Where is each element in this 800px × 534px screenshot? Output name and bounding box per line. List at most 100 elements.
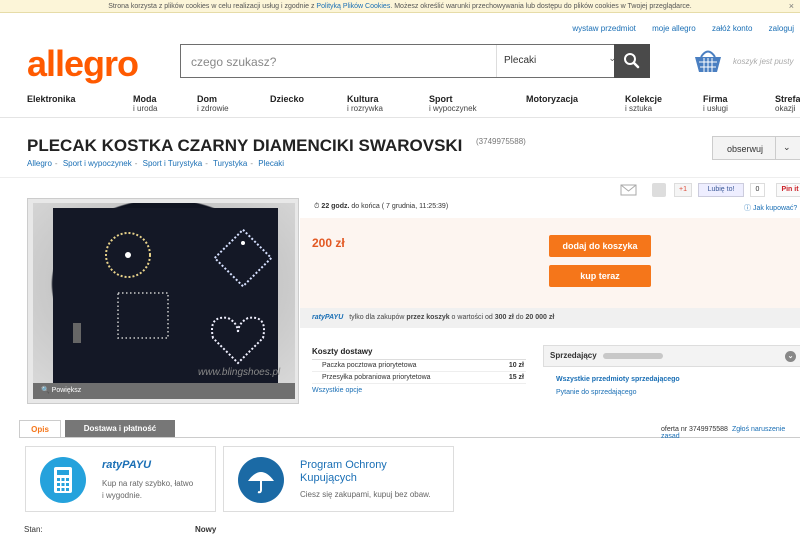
nav-item-collections[interactable]: Kolekcje i sztuka (625, 94, 662, 113)
nav-label: Motoryzacja (526, 94, 579, 104)
shipping-name: Przesyłka pobraniowa priorytetowa (322, 374, 431, 381)
breadcrumb-separator: - (134, 159, 138, 168)
divider (0, 177, 800, 178)
condition-label: Stan: (24, 525, 43, 534)
link-my-allegro[interactable]: moje allegro (652, 24, 696, 33)
nav-sub: i rozrywka (347, 104, 384, 113)
buyer-protection-card[interactable]: Program Ochrony Kupujących Ciesz się zak… (223, 446, 454, 512)
ratypayu-card[interactable]: ratyPAYU Kup na raty szybko, łatwo i wyg… (25, 446, 216, 512)
nav-label: Strefa (775, 94, 800, 104)
raty-text: tylko dla zakupów (347, 314, 407, 321)
how-to-buy-label: Jak kupować? (752, 205, 798, 212)
divider (0, 117, 800, 118)
add-to-cart-button[interactable]: dodaj do koszyka (549, 235, 651, 257)
seller-name-blurred (602, 352, 663, 359)
mail-icon[interactable] (620, 183, 637, 197)
condition-value: Nowy (195, 525, 217, 534)
nav-sub: i wypoczynek (429, 104, 477, 113)
shipping-header: Koszty dostawy (312, 347, 526, 360)
allegro-logo[interactable]: allegro (27, 43, 139, 85)
cookie-text: Strona korzysta z plików cookies w celu … (108, 3, 317, 10)
google-plus-button[interactable]: +1 (674, 183, 692, 197)
category-value: Plecaki (504, 55, 537, 66)
raty-bold: 20 000 zł (525, 314, 555, 321)
search-icon (624, 53, 640, 69)
chevron-down-icon[interactable]: ⌄ (785, 351, 796, 362)
seller-all-items-link[interactable]: Wszystkie przedmioty sprzedającego (556, 376, 680, 383)
raty-text: do (513, 314, 526, 321)
breadcrumb-item[interactable]: Plecaki (258, 159, 284, 168)
nav-sub: i uroda (133, 104, 158, 113)
nav-item-electronics[interactable]: Elektronika (27, 94, 76, 104)
cart-icon[interactable] (693, 48, 723, 74)
all-shipping-options-link[interactable]: Wszystkie opcje (312, 387, 526, 394)
watch-button[interactable]: obserwuj ⌄ (712, 136, 800, 160)
offer-number-text: oferta nr 3749975588 (661, 426, 728, 433)
product-image[interactable]: www.blingshoes.pl (33, 203, 295, 383)
price-panel (300, 218, 800, 308)
nav-item-child[interactable]: Dziecko (270, 94, 304, 104)
link-login[interactable]: zaloguj (769, 24, 794, 33)
cookie-bar: Strona korzysta z plików cookies w celu … (0, 0, 800, 13)
breadcrumb-item[interactable]: Allegro (27, 159, 52, 168)
breadcrumb-item[interactable]: Sport i wypoczynek (63, 159, 132, 168)
price: 200 zł (312, 236, 345, 250)
pinterest-button[interactable]: Pin it (776, 183, 800, 197)
shipping-row: Przesyłka pobraniowa priorytetowa 15 zł (312, 372, 526, 384)
card-title: Kupujących (300, 472, 357, 484)
facebook-like-button[interactable]: Lubię to! (698, 183, 744, 197)
nav-label: Sport (429, 94, 453, 104)
card-text: Kup na raty szybko, łatwo (102, 479, 194, 488)
top-links: wystaw przedmiot moje allegro załóż kont… (558, 24, 794, 33)
search-input[interactable]: czego szukasz? (191, 55, 276, 69)
installments-info: ratyPAYU tylko dla zakupów przez koszyk … (300, 308, 800, 328)
ask-seller-link[interactable]: Pytanie do sprzedającego (556, 389, 637, 396)
close-icon[interactable]: × (789, 0, 794, 13)
nav-label: Kultura (347, 94, 379, 104)
nav-sub: i usługi (703, 104, 728, 113)
nav-label: Dom (197, 94, 217, 104)
timer-end: do końca ( 7 grudnia, 11:25:39) (349, 203, 449, 210)
timer-remaining: 22 godz. (321, 203, 350, 210)
nav-sub: okazji (775, 104, 796, 113)
nav-label: Dziecko (270, 94, 305, 104)
breadcrumb-item[interactable]: Turystyka (213, 159, 247, 168)
clock-icon: ⏱ (314, 203, 320, 210)
link-list-item[interactable]: wystaw przedmiot (572, 24, 636, 33)
cart-status: koszyk jest pusty (733, 57, 794, 66)
card-text: Ciesz się zakupami, kupuj bez obaw. (300, 490, 431, 499)
page-title: PLECAK KOSTKA CZARNY DIAMENCIKI SWAROVSK… (27, 136, 463, 155)
enlarge-label: Powiększ (51, 387, 82, 394)
cookie-text-2: . Możesz określić warunki przechowywania… (390, 3, 692, 10)
shipping-name: Paczka pocztowa priorytetowa (322, 362, 417, 369)
breadcrumb-item[interactable]: Sport i Turystyka (143, 159, 203, 168)
seller-box[interactable]: Sprzedający ⌄ (543, 345, 800, 367)
twitter-icon[interactable] (652, 183, 666, 197)
help-icon: ⓘ (744, 205, 751, 212)
nav-item-culture[interactable]: Kultura i rozrywka (347, 94, 383, 113)
tab-delivery-payment[interactable]: Dostawa i płatność (65, 420, 175, 437)
nav-item-fashion[interactable]: Moda i uroda (133, 94, 157, 113)
nav-item-sport[interactable]: Sport i wypoczynek (429, 94, 477, 113)
card-title: Program Ochrony (300, 459, 387, 471)
search-bar: czego szukasz? Plecaki ⌄ (180, 44, 650, 78)
shipping-row: Paczka pocztowa priorytetowa 10 zł (312, 360, 526, 372)
nav-item-business[interactable]: Firma i usługi (703, 94, 728, 113)
nav-item-home[interactable]: Dom i zdrowie (197, 94, 229, 113)
nav-item-automotive[interactable]: Motoryzacja (526, 94, 578, 104)
buy-now-button[interactable]: kup teraz (549, 265, 651, 287)
search-button[interactable] (614, 44, 650, 78)
link-register[interactable]: załóż konto (712, 24, 752, 33)
card-brand: ratyPAYU (102, 459, 152, 471)
product-photo-frame: www.blingshoes.pl 🔍 Powiększ (27, 198, 299, 404)
tab-description[interactable]: Opis (19, 420, 61, 437)
category-select[interactable]: Plecaki ⌄ (496, 45, 626, 77)
enlarge-button[interactable]: 🔍 Powiększ (33, 383, 295, 399)
breadcrumb-separator: - (205, 159, 208, 168)
divider (775, 137, 776, 159)
category-nav: Elektronika Moda i uroda Dom i zdrowie Dzi… (0, 94, 800, 116)
how-to-buy-link[interactable]: ⓘ Jak kupować? (744, 203, 797, 213)
chevron-down-icon[interactable]: ⌄ (783, 142, 791, 153)
cookie-policy-link[interactable]: Polityką Plików Cookies (316, 3, 390, 10)
nav-item-deals[interactable]: Strefa okazji (775, 94, 800, 113)
